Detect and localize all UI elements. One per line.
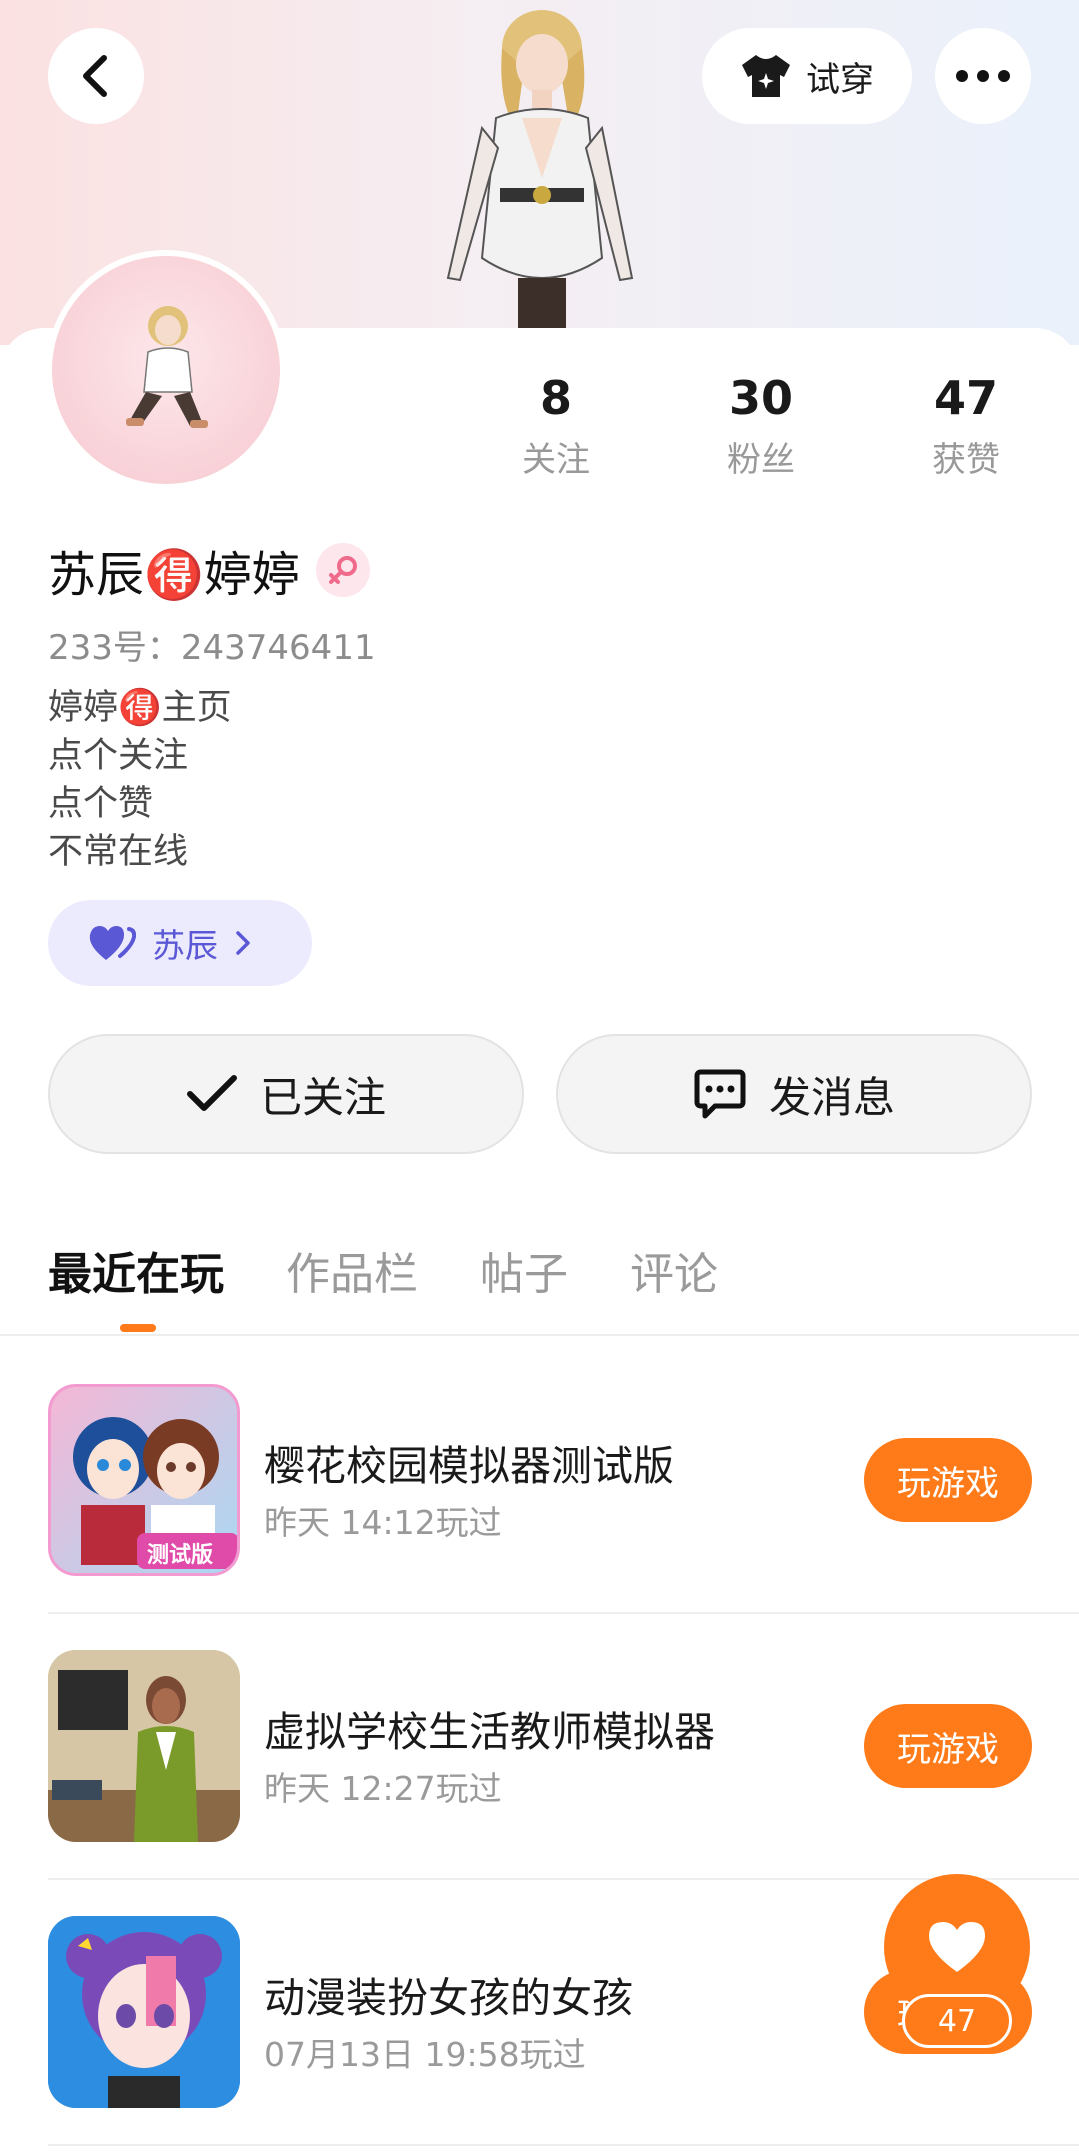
followed-label: 已关注 (259, 1072, 386, 1122)
tab-recently-played[interactable]: 最近在玩 (48, 1238, 224, 1302)
tab-posts[interactable]: 帖子 (480, 1238, 568, 1302)
game-icon (48, 1916, 240, 2108)
chevron-left-icon (83, 55, 107, 97)
game-icon (48, 1650, 240, 1842)
followed-button[interactable]: 已关注 (48, 1034, 524, 1154)
list-item[interactable]: 虚拟学校生活教师模拟器 昨天 12:27玩过 玩游戏 (48, 1650, 1079, 1844)
bio: 婷婷🉐主页 点个关注 点个赞 不常在线 (48, 684, 232, 876)
stat-likes[interactable]: 47 获赞 (886, 370, 1046, 481)
relationship-chip[interactable]: 苏辰 (48, 900, 312, 986)
divider (0, 1334, 1079, 1336)
send-message-label: 发消息 (768, 1072, 895, 1122)
more-button[interactable] (935, 28, 1031, 124)
stat-fans-value: 30 (728, 371, 793, 425)
chevron-right-icon (236, 931, 250, 955)
avatar-image (52, 256, 280, 484)
tab-comments[interactable]: 评论 (630, 1238, 718, 1302)
avatar-3d-figure (446, 10, 634, 338)
tab-works[interactable]: 作品栏 (286, 1238, 418, 1302)
bio-line: 点个赞 (48, 784, 154, 824)
game-played-time: 昨天 12:27玩过 (264, 1769, 502, 1808)
game-title: 樱花校园模拟器测试版 (264, 1442, 674, 1490)
divider (48, 1612, 1079, 1614)
like-count: 47 (902, 1994, 1012, 2048)
try-on-button[interactable]: 试穿 (702, 28, 912, 124)
game-played-time: 昨天 14:12玩过 (264, 1503, 502, 1542)
game-icon: 测试版 (48, 1384, 240, 1576)
checkmark-icon (186, 1075, 237, 1111)
divider (48, 2144, 1079, 2146)
try-on-label: 试穿 (806, 59, 874, 100)
stat-fans[interactable]: 30 粉丝 (681, 370, 841, 481)
shirt-icon (742, 55, 790, 97)
name-row: 苏辰🉐婷婷 (48, 535, 370, 605)
bio-line: 婷婷🉐主页 (48, 688, 232, 728)
send-message-button[interactable]: 发消息 (556, 1034, 1032, 1154)
play-game-button[interactable]: 玩游戏 (864, 1438, 1032, 1522)
relationship-label: 苏辰 (152, 926, 218, 965)
tab-indicator (120, 1324, 156, 1332)
stat-following-label: 关注 (522, 440, 590, 480)
profile-tabs: 最近在玩 作品栏 帖子 评论 (48, 1238, 718, 1302)
game-played-time: 07月13日 19:58玩过 (264, 2035, 586, 2074)
game-badge: 测试版 (147, 1543, 214, 1568)
back-button[interactable] (48, 28, 144, 124)
avatar[interactable] (46, 250, 286, 490)
list-item[interactable]: 测试版 樱花校园模拟器测试版 昨天 14:12玩过 玩游戏 (48, 1384, 1079, 1578)
double-heart-icon (89, 926, 136, 960)
user-id: 233号：243746411 (48, 628, 376, 668)
stat-following-value: 8 (539, 371, 572, 425)
heart-icon (929, 1922, 985, 1972)
stat-fans-label: 粉丝 (727, 440, 795, 480)
avatar-character-icon (126, 306, 208, 428)
user-name: 苏辰🉐婷婷 (48, 547, 300, 603)
more-dots-icon (956, 70, 1010, 82)
game-title: 动漫装扮女孩的女孩 (264, 1974, 633, 2022)
stat-likes-label: 获赞 (932, 440, 1000, 480)
bio-line: 点个关注 (48, 736, 189, 776)
chat-bubble-icon (694, 1069, 746, 1119)
female-icon (315, 543, 370, 597)
bio-line: 不常在线 (48, 832, 189, 872)
game-title: 虚拟学校生活教师模拟器 (264, 1708, 715, 1756)
divider (48, 1878, 1079, 1880)
play-game-button[interactable]: 玩游戏 (864, 1704, 1032, 1788)
stat-likes-value: 47 (933, 371, 998, 425)
stat-following[interactable]: 8 关注 (476, 370, 636, 481)
